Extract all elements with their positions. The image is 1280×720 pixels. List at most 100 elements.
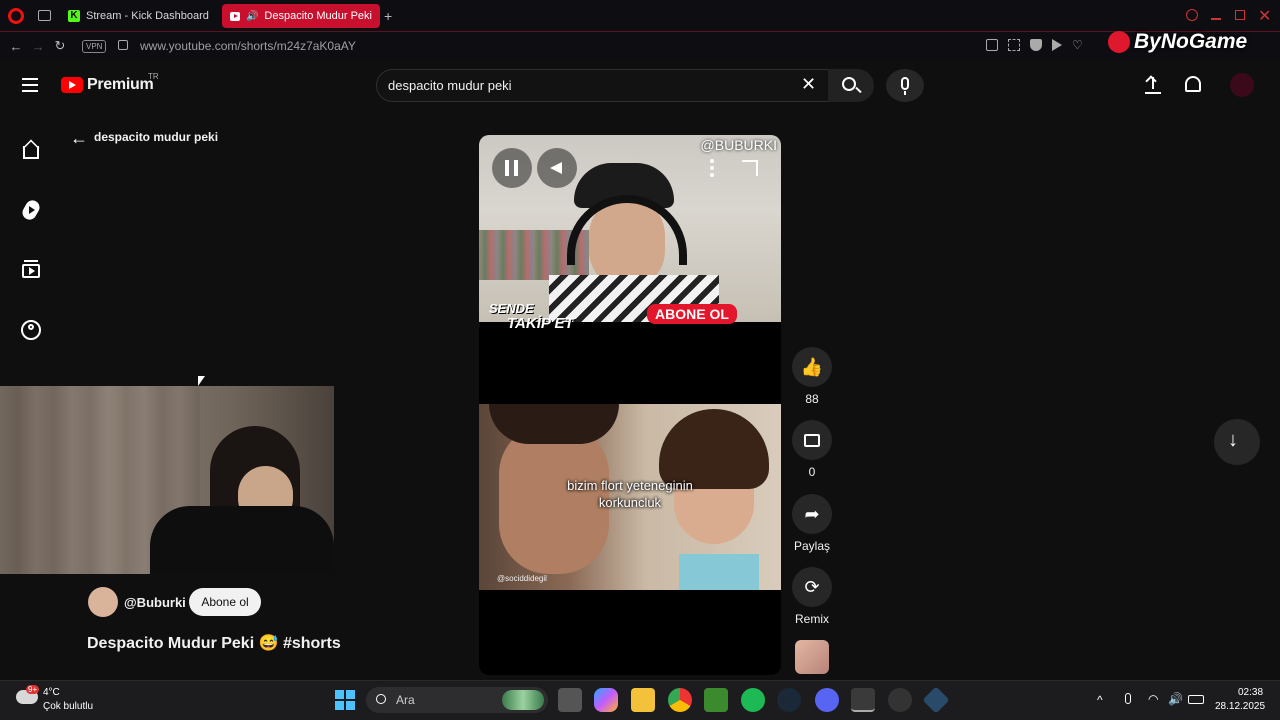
- subscriptions-icon[interactable]: [19, 258, 43, 282]
- file-explorer-icon[interactable]: [631, 688, 655, 712]
- guide-rail: [0, 112, 62, 382]
- sound-thumbnail[interactable]: [795, 640, 829, 674]
- chrome-icon[interactable]: [668, 688, 692, 712]
- weather-desc: Çok bulutlu: [43, 701, 94, 712]
- windows-start-icon[interactable]: [335, 690, 355, 710]
- home-icon[interactable]: [19, 138, 43, 162]
- search-button[interactable]: [828, 69, 874, 102]
- avatar[interactable]: [1230, 73, 1254, 97]
- shorts-icon[interactable]: [19, 197, 43, 223]
- you-icon[interactable]: [19, 318, 43, 342]
- comments-button[interactable]: [792, 420, 832, 460]
- like-count: 88: [805, 392, 819, 406]
- taskbar-search[interactable]: Ara: [366, 687, 548, 713]
- weather-widget[interactable]: 9+ 4°C Çok bulutlu: [14, 684, 124, 716]
- obs-icon[interactable]: [888, 688, 912, 712]
- vpn-badge[interactable]: VPN: [82, 40, 107, 53]
- upload-icon[interactable]: [1144, 75, 1162, 95]
- thumbs-up-icon: 👍: [800, 356, 824, 377]
- tab-manager-icon[interactable]: [38, 10, 51, 21]
- tab-kick-dashboard[interactable]: K Stream - Kick Dashboard: [60, 4, 218, 28]
- volume-button[interactable]: [537, 148, 577, 188]
- search-icon: [376, 694, 386, 704]
- remix-button[interactable]: ⟳: [792, 567, 832, 607]
- hamburger-menu-icon[interactable]: [22, 78, 38, 92]
- search-input[interactable]: [388, 75, 788, 95]
- spotify-icon[interactable]: [741, 688, 765, 712]
- close-window-icon[interactable]: ✕: [1258, 6, 1271, 26]
- clear-search-icon[interactable]: ✕: [801, 74, 816, 95]
- url-field[interactable]: www.youtube.com/shorts/m24z7aK0aAY: [140, 39, 356, 53]
- back-icon[interactable]: ←: [8, 38, 24, 54]
- youtube-logo-icon: [61, 77, 83, 93]
- pause-button[interactable]: [492, 148, 532, 188]
- opera-logo-icon[interactable]: [8, 8, 24, 24]
- play-extension-icon[interactable]: [1052, 39, 1062, 51]
- new-tab-button[interactable]: +: [384, 8, 392, 24]
- back-arrow-icon[interactable]: ←: [70, 128, 88, 149]
- task-view-icon[interactable]: [558, 688, 582, 712]
- copilot-icon[interactable]: [594, 688, 618, 712]
- microphone-icon: [901, 77, 909, 90]
- caption-line-2: TAKİP ET: [507, 315, 574, 332]
- tab-label: Despacito Mudur Peki: [264, 10, 372, 22]
- channel-handle[interactable]: @Buburki: [124, 595, 186, 610]
- minecraft-icon[interactable]: [704, 688, 728, 712]
- discord-icon[interactable]: [815, 688, 839, 712]
- battery-icon[interactable]: [1188, 695, 1204, 704]
- steam-icon[interactable]: [777, 688, 801, 712]
- pin-icon[interactable]: [986, 39, 998, 51]
- search-highlight-image: [502, 690, 544, 710]
- tab-youtube-short[interactable]: 🔊 Despacito Mudur Peki: [222, 4, 380, 28]
- overlay-brand-text: ByNoGame: [1134, 30, 1248, 53]
- voice-search-button[interactable]: [886, 69, 924, 102]
- subscribe-button[interactable]: Abone ol: [189, 588, 261, 616]
- logo-text: Premium: [87, 76, 154, 93]
- volume-tray-icon[interactable]: 🔊: [1168, 692, 1183, 706]
- browser-tab-bar: K Stream - Kick Dashboard 🔊 Despacito Mu…: [0, 0, 1280, 32]
- shield-icon[interactable]: [1030, 39, 1042, 51]
- clock-date[interactable]: 28.12.2025: [1215, 701, 1265, 712]
- minimize-icon[interactable]: [1211, 18, 1221, 20]
- speaker-icon[interactable]: 🔊: [246, 11, 258, 22]
- arrow-down-icon: ↓: [1228, 429, 1238, 451]
- microphone-tray-icon[interactable]: [1125, 693, 1131, 704]
- notifications-bell-icon[interactable]: [1185, 76, 1201, 92]
- video-subtitle: bizim flort yeteneginin korkuncluk: [567, 478, 693, 510]
- league-of-legends-icon[interactable]: [851, 688, 875, 712]
- reload-icon[interactable]: ↻: [52, 38, 68, 54]
- channel-avatar[interactable]: [88, 587, 118, 617]
- maximize-icon[interactable]: [1235, 10, 1245, 20]
- clock-time[interactable]: 02:38: [1238, 687, 1263, 698]
- snapshot-icon[interactable]: [1008, 39, 1020, 51]
- tab-label: Stream - Kick Dashboard: [86, 10, 209, 22]
- lock-icon[interactable]: [118, 40, 128, 50]
- search-tabs-icon[interactable]: [1186, 9, 1198, 21]
- video-watermark-handle: @BUBURKI: [700, 137, 777, 153]
- share-icon: ➦: [804, 503, 820, 524]
- youtube-premium-logo[interactable]: Premium: [61, 76, 154, 94]
- show-hidden-icons-icon[interactable]: ^: [1097, 693, 1103, 707]
- more-options-icon[interactable]: [710, 159, 714, 177]
- bottom-video-frame: bizim flort yeteneginin korkuncluk @soci…: [479, 404, 781, 590]
- webcam-body: [150, 506, 334, 574]
- heart-icon[interactable]: ♡: [1072, 39, 1083, 53]
- weather-temp: 4°C: [43, 687, 60, 698]
- volume-icon: [550, 162, 562, 174]
- caption-line-1: SENDE: [489, 301, 534, 316]
- overlay-brand-logo: ByNoGame: [1108, 28, 1247, 56]
- share-button[interactable]: ➦: [792, 494, 832, 534]
- extensions-toolbar: ♡: [986, 39, 1106, 53]
- search-icon: [842, 77, 856, 91]
- like-button[interactable]: 👍: [792, 347, 832, 387]
- short-title: Despacito Mudur Peki 😅 #shorts: [87, 635, 341, 652]
- comment-count: 0: [808, 465, 816, 479]
- remix-label: Remix: [794, 612, 829, 626]
- fullscreen-icon[interactable]: [742, 160, 758, 176]
- man-hair: [489, 404, 619, 444]
- forward-icon[interactable]: →: [30, 38, 46, 54]
- mouse-cursor-icon: [198, 376, 205, 386]
- wifi-icon[interactable]: ◠: [1148, 692, 1158, 706]
- next-short-button[interactable]: ↓: [1214, 419, 1260, 465]
- shorts-player[interactable]: @BUBURKI SENDE TAKİP ET ABONE OL bizim f…: [479, 135, 781, 675]
